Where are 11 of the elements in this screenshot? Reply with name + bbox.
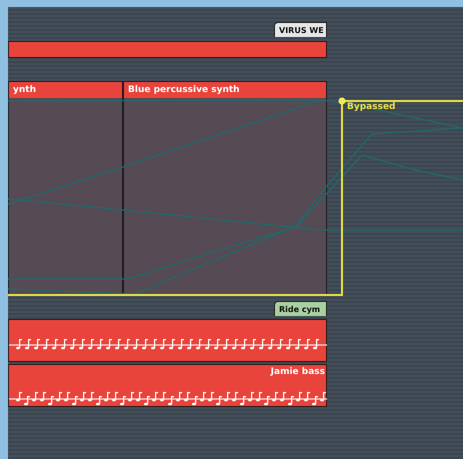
region-name: Jamie bass — [270, 367, 325, 377]
track-tab[interactable]: Ride cym — [274, 301, 327, 316]
drum-region[interactable] — [8, 319, 327, 362]
region[interactable] — [8, 41, 327, 58]
synth-region[interactable]: ynth — [8, 81, 123, 295]
bass-region[interactable]: Jamie bass — [8, 364, 327, 407]
synth-region[interactable]: Blue percussive synth — [123, 81, 327, 295]
track-tab[interactable]: VIRUS WE — [274, 22, 327, 37]
region-name: Blue percussive synth — [128, 85, 240, 95]
region-name: ynth — [13, 85, 36, 95]
automation-label: Bypassed — [347, 102, 396, 112]
